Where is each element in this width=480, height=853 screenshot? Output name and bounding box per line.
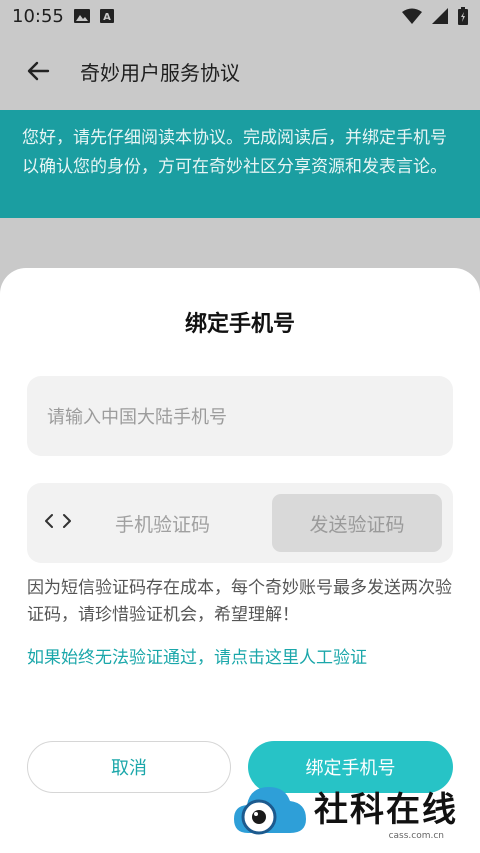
watermark: 社科在线 cass.com.cn <box>232 770 480 853</box>
watermark-domain: cass.com.cn <box>388 831 444 841</box>
watermark-title: 社科在线 <box>314 790 458 830</box>
agreement-notice: 您好，请先仔细阅读本协议。完成阅读后，并绑定手机号以确认您的身份，方可在奇妙社区… <box>0 110 480 218</box>
status-bar: 10:55 A <box>0 0 480 32</box>
manual-verification-link[interactable]: 如果始终无法验证通过，请点击这里人工验证 <box>27 643 367 668</box>
arrow-left-icon <box>27 61 50 81</box>
back-button[interactable] <box>14 47 62 95</box>
sheet-title: 绑定手机号 <box>184 312 295 337</box>
cloud-eye-logo-icon <box>234 786 306 834</box>
cancel-button[interactable]: 取消 <box>27 741 231 793</box>
phone-input[interactable]: 请输入中国大陆手机号 <box>27 376 453 456</box>
status-time: 10:55 <box>12 5 64 27</box>
image-icon <box>73 9 90 23</box>
code-row: 手机验证码 发送验证码 <box>27 483 453 563</box>
sms-cost-hint: 因为短信验证码存在成本，每个奇妙账号最多发送两次验证码，请珍惜验证机会，希望理解… <box>27 578 452 625</box>
wifi-icon <box>402 8 422 24</box>
page-title: 奇妙用户服务协议 <box>80 60 240 85</box>
battery-icon <box>458 7 468 25</box>
send-code-button[interactable]: 发送验证码 <box>272 494 442 552</box>
font-a-icon: A <box>99 9 114 23</box>
phone-placeholder: 请输入中国大陆手机号 <box>47 407 227 428</box>
bind-phone-sheet: 绑定手机号 请输入中国大陆手机号 手机验证码 发送验证码 因为短信验证码存在成本… <box>0 268 480 853</box>
svg-text:A: A <box>103 12 111 23</box>
app-bar: 奇妙用户服务协议 <box>0 32 480 110</box>
signal-icon <box>432 8 448 24</box>
verification-code-input[interactable]: 手机验证码 <box>115 510 272 537</box>
code-brackets-icon <box>45 513 95 534</box>
